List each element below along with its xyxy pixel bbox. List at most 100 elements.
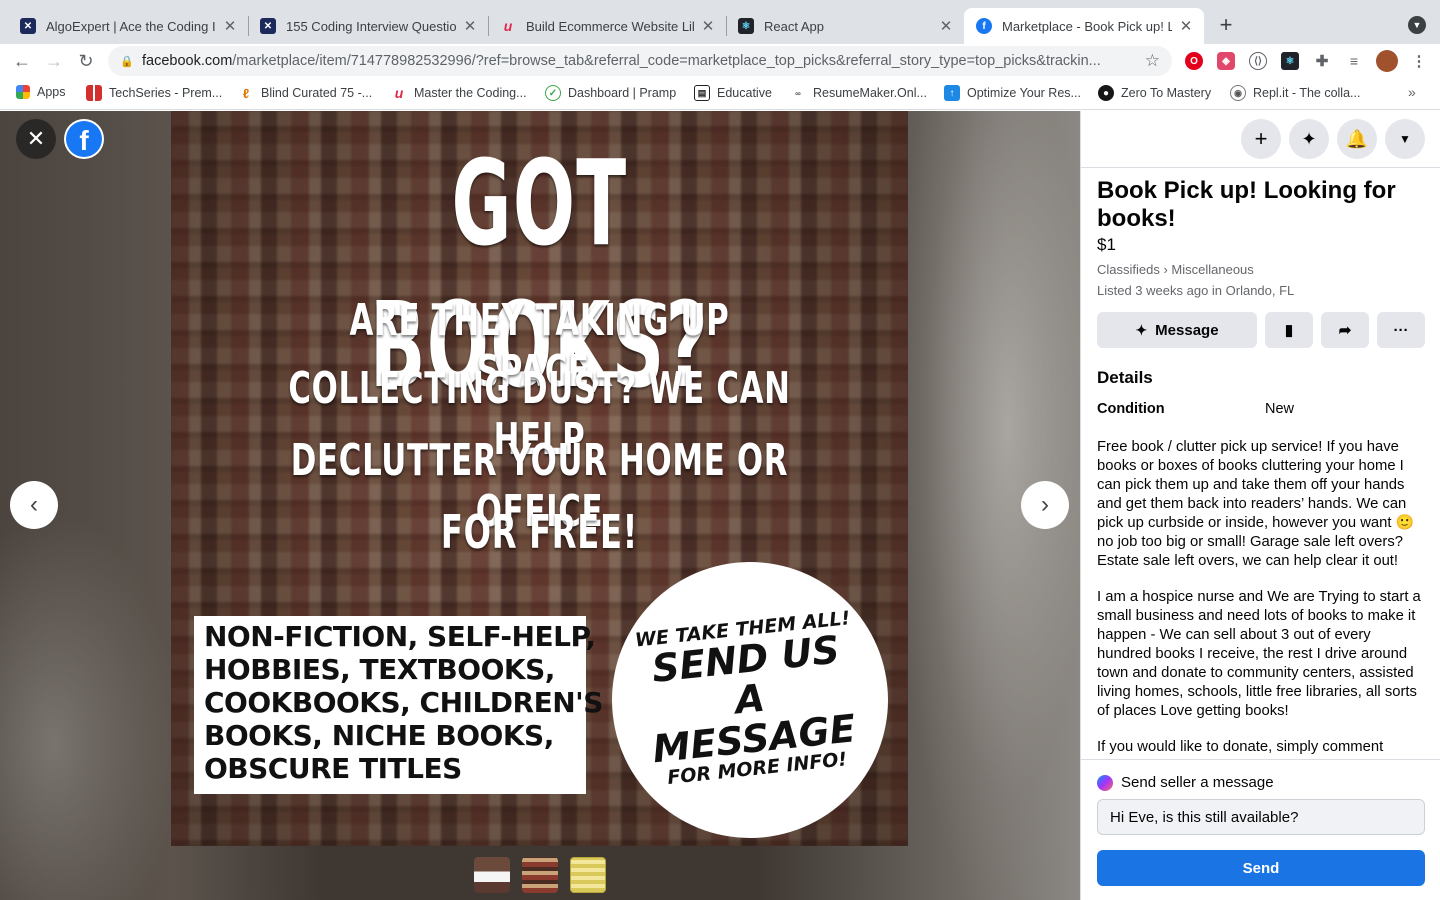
send-button[interactable]: Send	[1097, 850, 1425, 886]
previous-photo-button[interactable]: ‹	[10, 481, 58, 529]
bookmark-label: Blind Curated 75 -...	[261, 86, 373, 100]
message-input[interactable]	[1097, 799, 1425, 835]
github-icon: ●	[1098, 85, 1114, 101]
resumemaker-icon: ∞	[795, 88, 801, 98]
listing-category-breadcrumb[interactable]: Classifieds › Miscellaneous	[1097, 262, 1427, 277]
puzzle-extensions-icon[interactable]: ✚	[1313, 52, 1331, 70]
more-dots-icon: ···	[1393, 321, 1409, 339]
messenger-icon: ✦	[1135, 321, 1148, 338]
tab-title: Build Ecommerce Website Like	[526, 18, 694, 34]
bookmark-label: Zero To Mastery	[1121, 86, 1212, 100]
tab-title: AlgoExpert | Ace the Coding In	[46, 18, 216, 34]
close-viewer-button[interactable]: ✕	[16, 119, 56, 159]
photo-thumbnail[interactable]	[570, 857, 606, 893]
bookmark-resumemaker[interactable]: ∞ ResumeMaker.Onl...	[790, 85, 927, 101]
close-tab-icon[interactable]: ✕	[1178, 17, 1194, 35]
message-button[interactable]: ✦ Message	[1097, 312, 1257, 348]
save-button[interactable]: ▮	[1265, 312, 1313, 348]
forward-arrow-icon[interactable]: →	[42, 49, 66, 73]
bookmark-star-icon[interactable]: ☆	[1145, 51, 1160, 71]
address-url: facebook.com/marketplace/item/7147789825…	[142, 53, 1137, 69]
close-tab-icon[interactable]: ✕	[938, 17, 954, 35]
bookmarks-overflow-icon[interactable]: »	[1408, 84, 1416, 100]
sidebar-header: + ✦ 🔔 ▼	[1081, 111, 1440, 168]
bookmark-replit[interactable]: ◉ Repl.it - The colla...	[1230, 85, 1360, 101]
poster-genre-line: NON-FICTION, SELF-HELP,	[204, 620, 596, 653]
bookmark-educative[interactable]: ▤ Educative	[694, 85, 772, 101]
photo-thumbnails	[474, 857, 606, 893]
address-bar[interactable]: 🔒 facebook.com/marketplace/item/71477898…	[108, 46, 1172, 76]
apps-grid-icon	[16, 85, 30, 99]
bookmark-label: Repl.it - The colla...	[1253, 86, 1361, 100]
listing-details: Book Pick up! Looking for books! $1 Clas…	[1097, 177, 1427, 757]
code-extension-icon[interactable]: ⟨⟩	[1249, 52, 1267, 70]
browser-tab-active[interactable]: f Marketplace - Book Pick up! Lo ✕	[964, 8, 1204, 44]
bookmark-optimize-resume[interactable]: ↑ Optimize Your Res...	[944, 85, 1081, 101]
poster-genre-line: BOOKS, NICHE BOOKS,	[204, 719, 554, 752]
reload-icon[interactable]: ↻	[74, 49, 98, 73]
bookmark-techseries[interactable]: TechSeries - Prem...	[86, 85, 222, 101]
browser-tab[interactable]: ✕ AlgoExpert | Ace the Coding In ✕	[8, 8, 248, 44]
bookmark-master-coding[interactable]: u Master the Coding...	[391, 85, 527, 101]
poster-genre-box: NON-FICTION, SELF-HELP, HOBBIES, TEXTBOO…	[194, 616, 603, 794]
listing-title: Book Pick up! Looking for books!	[1097, 177, 1396, 232]
bookmark-apps[interactable]: Apps	[16, 85, 66, 99]
composer-header: Send seller a message	[1097, 774, 1274, 791]
tab-search-icon[interactable]: ▼	[1408, 16, 1426, 34]
replit-icon: ◉	[1230, 85, 1246, 101]
messenger-icon[interactable]: ✦	[1289, 119, 1329, 159]
close-tab-icon[interactable]: ✕	[462, 17, 478, 35]
listing-sidebar: + ✦ 🔔 ▼ Book Pick up! Looking for books!…	[1080, 111, 1440, 900]
url-host: facebook.com	[142, 53, 233, 69]
message-composer: Send seller a message Send	[1081, 759, 1440, 900]
shield-extension-icon[interactable]: ◈	[1217, 52, 1235, 70]
chrome-menu-icon[interactable]: ⋮	[1410, 52, 1428, 70]
poster-line: FOR FREE!	[440, 505, 639, 559]
pramp-icon: ✓	[545, 85, 561, 101]
photo-thumbnail[interactable]	[522, 857, 558, 893]
condition-row: Condition New	[1097, 401, 1427, 421]
condition-value: New	[1265, 401, 1295, 417]
close-tab-icon[interactable]: ✕	[222, 17, 238, 35]
back-arrow-icon[interactable]: ←	[10, 49, 34, 73]
photo-viewer: GOT BOOKS? ARE THEY TAKING UP SPACE, COL…	[0, 111, 1080, 900]
react-devtools-icon[interactable]: ⚛	[1281, 52, 1299, 70]
condition-label: Condition	[1097, 401, 1165, 417]
browser-tab[interactable]: ⚛ React App ✕	[726, 8, 964, 44]
tab-title: Marketplace - Book Pick up! Lo	[1002, 18, 1172, 34]
bookmark-zero-to-mastery[interactable]: ● Zero To Mastery	[1098, 85, 1211, 101]
listing-location-time: Listed 3 weeks ago in Orlando, FL	[1097, 283, 1295, 298]
profile-avatar[interactable]	[1376, 50, 1398, 72]
share-arrow-icon: ➦	[1338, 322, 1352, 339]
facebook-logo[interactable]: f	[64, 119, 104, 159]
media-control-icon[interactable]: ≡	[1345, 52, 1363, 70]
browser-tab[interactable]: ✕ 155 Coding Interview Question ✕	[248, 8, 488, 44]
new-tab-button[interactable]: +	[1214, 12, 1238, 38]
close-tab-icon[interactable]: ✕	[700, 17, 716, 35]
listing-price: $1	[1097, 235, 1116, 254]
bookmark-pramp[interactable]: ✓ Dashboard | Pramp	[545, 85, 676, 101]
react-icon: ⚛	[738, 18, 754, 34]
poster-genre-line: OBSCURE TITLES	[204, 752, 462, 785]
create-plus-icon[interactable]: +	[1241, 119, 1281, 159]
bookmark-label: TechSeries - Prem...	[109, 86, 223, 100]
opera-extension-icon[interactable]: O	[1185, 52, 1203, 70]
account-dropdown-icon[interactable]: ▼	[1385, 119, 1425, 159]
poster-genre-line: COOKBOOKS, CHILDREN'S	[204, 686, 603, 719]
photo-thumbnail[interactable]	[474, 857, 510, 893]
tab-title: React App	[764, 18, 824, 34]
algoexpert-icon: ✕	[260, 18, 276, 34]
blind-icon: ℓ	[242, 85, 250, 101]
notifications-bell-icon[interactable]: 🔔	[1337, 119, 1377, 159]
more-options-button[interactable]: ···	[1377, 312, 1425, 348]
browser-tab[interactable]: u Build Ecommerce Website Like ✕	[488, 8, 726, 44]
udemy-icon: u	[503, 18, 513, 34]
poster-genre-line: HOBBIES, TEXTBOOKS,	[204, 653, 555, 686]
share-button[interactable]: ➦	[1321, 312, 1369, 348]
algoexpert-icon: ✕	[20, 18, 36, 34]
listing-description: I am a hospice nurse and We are Trying t…	[1097, 589, 1421, 719]
bookmark-label: Master the Coding...	[414, 86, 527, 100]
details-heading: Details	[1097, 368, 1153, 387]
next-photo-button[interactable]: ›	[1021, 481, 1069, 529]
bookmark-blind[interactable]: ℓ Blind Curated 75 -...	[238, 85, 372, 101]
